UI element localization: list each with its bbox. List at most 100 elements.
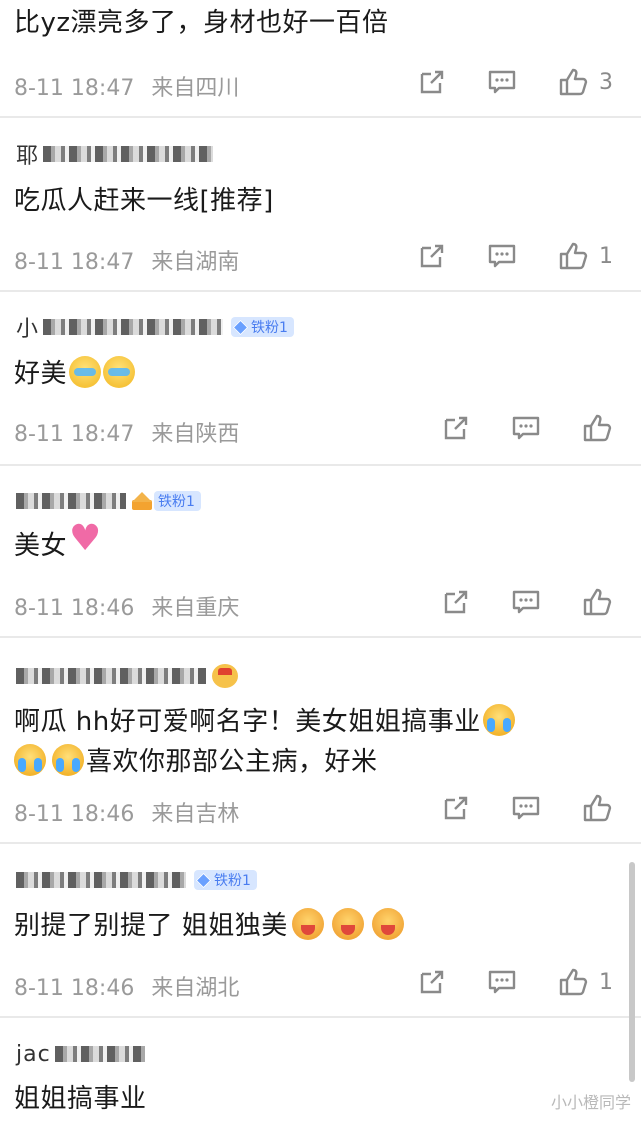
share-icon bbox=[444, 590, 468, 614]
drooling-emoji-icon bbox=[331, 908, 364, 940]
share-icon bbox=[444, 416, 468, 440]
drooling-emoji-icon bbox=[371, 908, 404, 940]
comment-button[interactable] bbox=[511, 587, 541, 617]
username[interactable]: 耶 bbox=[16, 138, 39, 170]
separator bbox=[0, 842, 641, 844]
comment-icon bbox=[512, 796, 540, 820]
separator bbox=[0, 116, 641, 118]
comment-meta: 8-11 18:46 来自湖北 bbox=[14, 970, 249, 1002]
share-icon bbox=[420, 70, 444, 94]
comment-location: 来自四川 bbox=[151, 76, 240, 101]
like-button[interactable]: 1 bbox=[557, 966, 613, 998]
comment-location: 来自重庆 bbox=[151, 596, 240, 621]
watermark: 小小橙同学 bbox=[550, 1093, 631, 1112]
tears-emoji-icon bbox=[482, 704, 515, 736]
fan-badge: 铁粉1 bbox=[231, 317, 294, 337]
separator bbox=[0, 290, 641, 292]
like-count: 3 bbox=[599, 69, 613, 95]
diamond-icon bbox=[195, 872, 212, 888]
scrollbar[interactable] bbox=[629, 862, 635, 1082]
username-row: 小 铁粉1 bbox=[16, 311, 294, 343]
comment-button[interactable] bbox=[487, 241, 517, 271]
blurred-username bbox=[54, 1046, 145, 1062]
drooling-emoji-icon bbox=[291, 908, 324, 940]
username[interactable]: jac bbox=[16, 1042, 51, 1067]
diamond-icon bbox=[232, 319, 249, 335]
separator bbox=[0, 1016, 641, 1018]
comment-button[interactable] bbox=[511, 413, 541, 443]
comment-icon bbox=[488, 970, 516, 994]
comment-meta: 8-11 18:47 来自湖南 bbox=[14, 244, 249, 276]
crying-emoji-icon bbox=[103, 356, 136, 388]
comment-button[interactable] bbox=[487, 967, 517, 997]
thumbs-up-icon bbox=[583, 794, 612, 822]
blurred-username bbox=[43, 319, 224, 335]
comment-location: 来自湖南 bbox=[151, 250, 240, 275]
comment-date: 8-11 18:46 bbox=[14, 802, 135, 827]
username-row bbox=[16, 662, 238, 690]
like-button[interactable] bbox=[581, 792, 613, 824]
blurred-username bbox=[16, 872, 186, 888]
comment-date: 8-11 18:47 bbox=[14, 250, 135, 275]
comment-text: 别提了别提了 姐姐独美 bbox=[14, 908, 404, 943]
username[interactable]: 小 bbox=[16, 311, 39, 343]
comment-actions: 3 bbox=[377, 66, 613, 98]
comment-actions bbox=[401, 792, 613, 824]
username-row: jac bbox=[16, 1040, 145, 1068]
comment-text: 姐姐搞事业 bbox=[14, 1084, 147, 1114]
comment-actions: 1 bbox=[377, 966, 613, 998]
fan-badge-label: 铁粉1 bbox=[158, 494, 195, 510]
comment-actions: 1 bbox=[377, 240, 613, 272]
repost-button[interactable] bbox=[441, 587, 471, 617]
thumbs-up-icon bbox=[583, 588, 612, 616]
blurred-username bbox=[16, 493, 126, 509]
comment-actions bbox=[401, 586, 613, 618]
like-button[interactable] bbox=[581, 586, 613, 618]
comment-date: 8-11 18:46 bbox=[14, 596, 135, 621]
comment-meta: 8-11 18:46 来自吉林 bbox=[14, 796, 249, 828]
username-row: 铁粉1 bbox=[16, 866, 257, 894]
comment-button[interactable] bbox=[487, 67, 517, 97]
repost-button[interactable] bbox=[417, 67, 447, 97]
tears-emoji-icon bbox=[14, 744, 46, 776]
comment-text-content: 喜欢你那部公主病，好米 bbox=[86, 747, 378, 777]
repost-button[interactable] bbox=[417, 241, 447, 271]
comment-text: 比yz漂亮多了，身材也好一百倍 bbox=[14, 8, 389, 38]
comment-icon bbox=[488, 244, 516, 268]
repost-button[interactable] bbox=[441, 413, 471, 443]
like-button[interactable]: 1 bbox=[557, 240, 613, 272]
username-row: 耶 bbox=[16, 138, 214, 170]
comment-location: 来自湖北 bbox=[151, 976, 240, 1001]
fan-badge-label: 铁粉1 bbox=[251, 320, 288, 336]
comment-meta: 8-11 18:46 来自重庆 bbox=[14, 590, 249, 622]
tears-emoji-icon bbox=[52, 744, 84, 776]
separator bbox=[0, 464, 641, 466]
share-icon bbox=[444, 796, 468, 820]
comment-location: 来自吉林 bbox=[151, 802, 240, 827]
comment-text: 吃瓜人赶来一线[推荐] bbox=[14, 186, 274, 216]
like-count: 1 bbox=[599, 969, 613, 995]
crying-emoji-icon bbox=[69, 356, 102, 388]
like-button[interactable] bbox=[581, 412, 613, 444]
comment-text-content: 美女 bbox=[14, 531, 68, 561]
comment-meta: 8-11 18:47 来自四川 bbox=[14, 70, 249, 102]
comment-text-content: 好美 bbox=[14, 359, 68, 389]
fan-badge-label: 铁粉1 bbox=[214, 873, 251, 889]
fan-badge: 铁粉1 bbox=[154, 491, 201, 511]
comment-icon bbox=[512, 416, 540, 440]
fan-badge: 铁粉1 bbox=[194, 870, 257, 890]
comment-location: 来自陕西 bbox=[151, 422, 240, 447]
thumbs-up-icon bbox=[559, 242, 588, 270]
crown-icon bbox=[132, 492, 152, 510]
comment-actions bbox=[401, 412, 613, 444]
repost-button[interactable] bbox=[417, 967, 447, 997]
share-icon bbox=[420, 970, 444, 994]
comment-text-content: 别提了别提了 姐姐独美 bbox=[14, 911, 288, 941]
comment-text-content: 啊瓜 hh好可爱啊名字！美女姐姐搞事业 bbox=[14, 707, 481, 737]
like-button[interactable]: 3 bbox=[557, 66, 613, 98]
blurred-username bbox=[43, 146, 214, 162]
comment-button[interactable] bbox=[511, 793, 541, 823]
repost-button[interactable] bbox=[441, 793, 471, 823]
crown-emoji-icon bbox=[212, 664, 238, 688]
like-count: 1 bbox=[599, 243, 613, 269]
